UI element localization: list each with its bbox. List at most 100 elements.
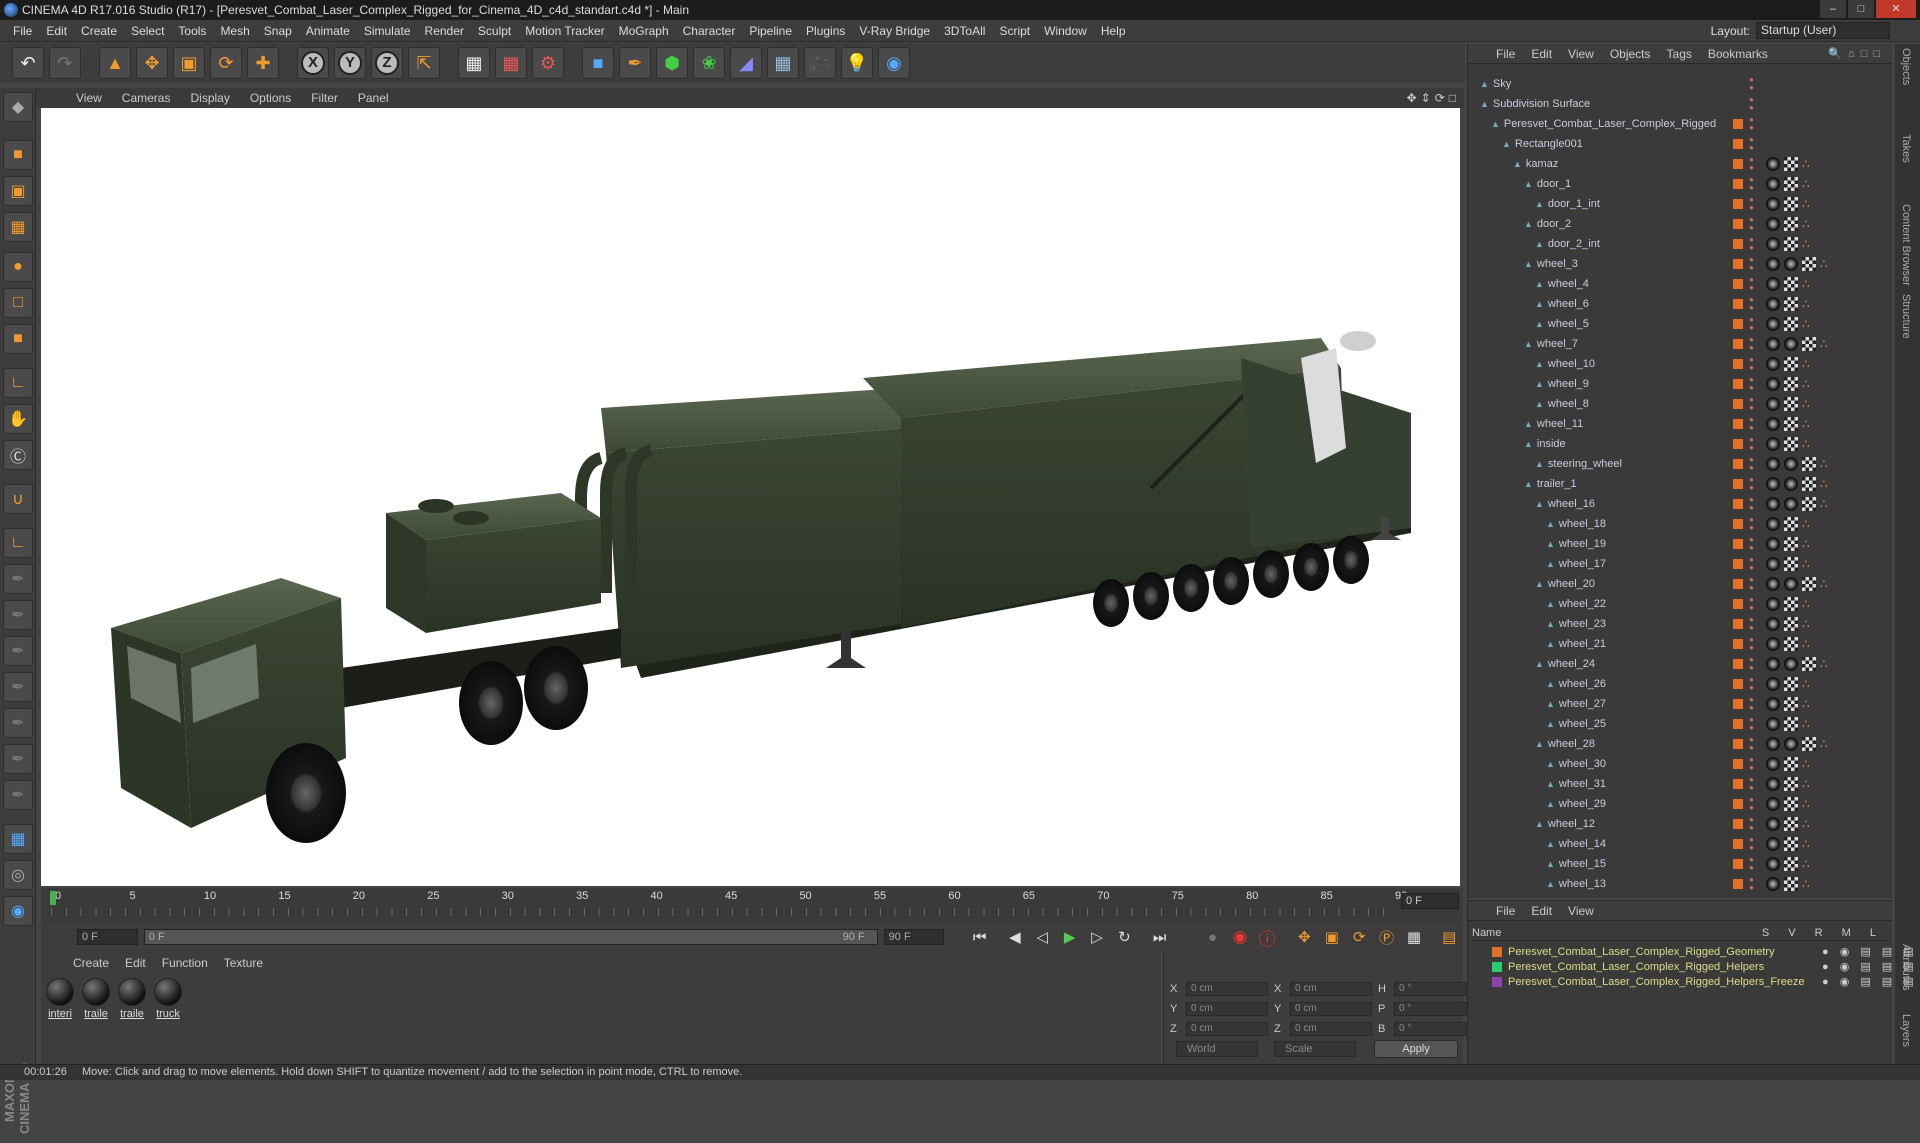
object-row[interactable]: wheel_24 ●● ∴ [1468,654,1886,674]
dock-tab-takes[interactable]: Takes [1900,134,1912,163]
visibility-dots-icon[interactable]: ● ● [1749,696,1754,712]
key-scale-icon[interactable]: ▣ [1318,924,1345,950]
texture-tag-icon[interactable] [1784,757,1798,771]
apply-button[interactable]: Apply [1374,1040,1458,1058]
rotate-tool-icon[interactable]: ⟳ [210,47,242,79]
selection-tag-icon[interactable]: ∴ [1802,237,1812,251]
tweak-mode-icon[interactable]: ✋ [3,404,33,434]
selection-tag-icon[interactable]: ∴ [1802,377,1812,391]
texture-tag-icon[interactable] [1784,437,1798,451]
points-mode-icon[interactable]: ● [3,252,33,282]
object-row[interactable]: wheel_16 ●● ∴ [1468,494,1886,514]
texture-tag-icon[interactable] [1784,357,1798,371]
material-tag-icon[interactable] [1766,277,1780,291]
layer-menu-file[interactable]: File [1488,904,1523,918]
object-row[interactable]: wheel_25 ●● ∴ [1468,714,1886,734]
floor-scene-icon[interactable]: ▦ [767,47,799,79]
visibility-dots-icon[interactable]: ● ● [1749,576,1754,592]
object-row[interactable]: wheel_26 ●● ∴ [1468,674,1886,694]
texture-tag-icon[interactable] [1784,677,1798,691]
layer-color-swatch[interactable] [1733,619,1743,629]
material-tag-icon[interactable] [1766,397,1780,411]
object-row[interactable]: wheel_9 ●● ∴ [1468,374,1886,394]
object-menu-view[interactable]: View [1560,47,1602,61]
material-tag-icon[interactable] [1766,657,1780,671]
layer-color-swatch[interactable] [1733,779,1743,789]
coord-value-field[interactable]: 0 cm [1186,982,1268,996]
visibility-dots-icon[interactable]: ● ● [1749,136,1754,152]
prev-key-icon[interactable]: ◀ [1001,924,1028,950]
sculpt-grab-icon[interactable]: ✒ [3,672,33,702]
visibility-dots-icon[interactable]: ● ● [1749,776,1754,792]
menu-plugins[interactable]: Plugins [799,24,852,38]
texture-tag-icon[interactable] [1784,597,1798,611]
layer-menu-edit[interactable]: Edit [1523,904,1560,918]
visibility-dots-icon[interactable]: ● ● [1749,336,1754,352]
material-item[interactable]: traile [81,978,111,1020]
close-icon[interactable]: ✕ [1876,0,1916,18]
grid-snap-icon[interactable]: ▦ [3,824,33,854]
texture-tag-icon[interactable] [1784,217,1798,231]
coord-value-field[interactable]: 0 cm [1290,982,1372,996]
material-tag-icon[interactable] [1766,477,1780,491]
material-tag-icon[interactable] [1766,717,1780,731]
object-row[interactable]: door_1_int ●● ∴ [1468,194,1886,214]
selection-tag-icon[interactable]: ∴ [1820,577,1830,591]
current-frame-field[interactable]: 0 F [1401,893,1459,909]
object-row[interactable]: wheel_27 ●● ∴ [1468,694,1886,714]
visibility-dots-icon[interactable]: ● ● [1749,316,1754,332]
texture-mode-icon[interactable]: ▣ [3,176,33,206]
selection-tag-icon[interactable]: ∴ [1802,797,1812,811]
texture-tag-icon[interactable] [1784,177,1798,191]
texture-tag-icon[interactable] [1802,657,1816,671]
material-tag-icon[interactable] [1766,637,1780,651]
layer-color-swatch[interactable] [1492,962,1502,973]
material-tag-icon[interactable] [1784,457,1798,471]
object-row[interactable]: wheel_19 ●● ∴ [1468,534,1886,554]
selection-tag-icon[interactable]: ∴ [1802,717,1812,731]
object-menu-bookmarks[interactable]: Bookmarks [1700,47,1776,61]
visibility-dots-icon[interactable]: ● ● [1749,216,1754,232]
menu-create[interactable]: Create [74,24,124,38]
sculpt-pull-icon[interactable]: ✒ [3,600,33,630]
object-row[interactable]: door_1 ●● ∴ [1468,174,1886,194]
keyframe-selection-icon[interactable]: ⓘ [1254,924,1281,950]
menu-character[interactable]: Character [676,24,743,38]
visibility-dots-icon[interactable]: ● ● [1749,816,1754,832]
material-tag-icon[interactable] [1766,697,1780,711]
material-tag-icon[interactable] [1766,257,1780,271]
visibility-dots-icon[interactable]: ● ● [1749,116,1754,132]
material-tag-icon[interactable] [1766,337,1780,351]
selection-tag-icon[interactable]: ∴ [1820,737,1830,751]
menu-file[interactable]: File [6,24,39,38]
selection-tag-icon[interactable]: ∴ [1802,297,1812,311]
layer-color-swatch[interactable] [1733,539,1743,549]
object-row[interactable]: steering_wheel ●● ∴ [1468,454,1886,474]
range-slider[interactable]: 0 F 90 F [143,929,878,945]
object-row[interactable]: door_2_int ●● ∴ [1468,234,1886,254]
viewport-3d[interactable] [41,108,1460,886]
visibility-dots-icon[interactable]: ● ● [1749,196,1754,212]
visibility-dots-icon[interactable]: ● ● [1749,236,1754,252]
texture-tag-icon[interactable] [1784,317,1798,331]
visibility-dots-icon[interactable]: ● ● [1749,676,1754,692]
layer-color-swatch[interactable] [1733,479,1743,489]
object-row[interactable]: inside ●● ∴ [1468,434,1886,454]
menu-tools[interactable]: Tools [171,24,213,38]
material-tag-icon[interactable] [1784,477,1798,491]
sculpt-flatten-icon[interactable]: ✒ [3,780,33,810]
menu-3dtoall[interactable]: 3DToAll [937,24,992,38]
key-pla-icon[interactable]: ▦ [1400,924,1427,950]
end-frame-field[interactable]: 90 F [883,929,945,945]
visibility-dots-icon[interactable]: ● ● [1749,856,1754,872]
timeline-ruler[interactable] [51,908,1391,916]
solo-mode-icon[interactable]: Ⓒ [3,440,33,470]
menu-snap[interactable]: Snap [257,24,299,38]
coord-value-field[interactable]: 0 ° [1394,982,1476,996]
visibility-dots-icon[interactable]: ● ● [1749,276,1754,292]
selection-tag-icon[interactable]: ∴ [1802,637,1812,651]
record-keyframe-icon[interactable]: ● [1199,924,1226,950]
object-row[interactable]: wheel_4 ●● ∴ [1468,274,1886,294]
layer-color-swatch[interactable] [1733,459,1743,469]
viewport-menu-options[interactable]: Options [240,91,301,105]
